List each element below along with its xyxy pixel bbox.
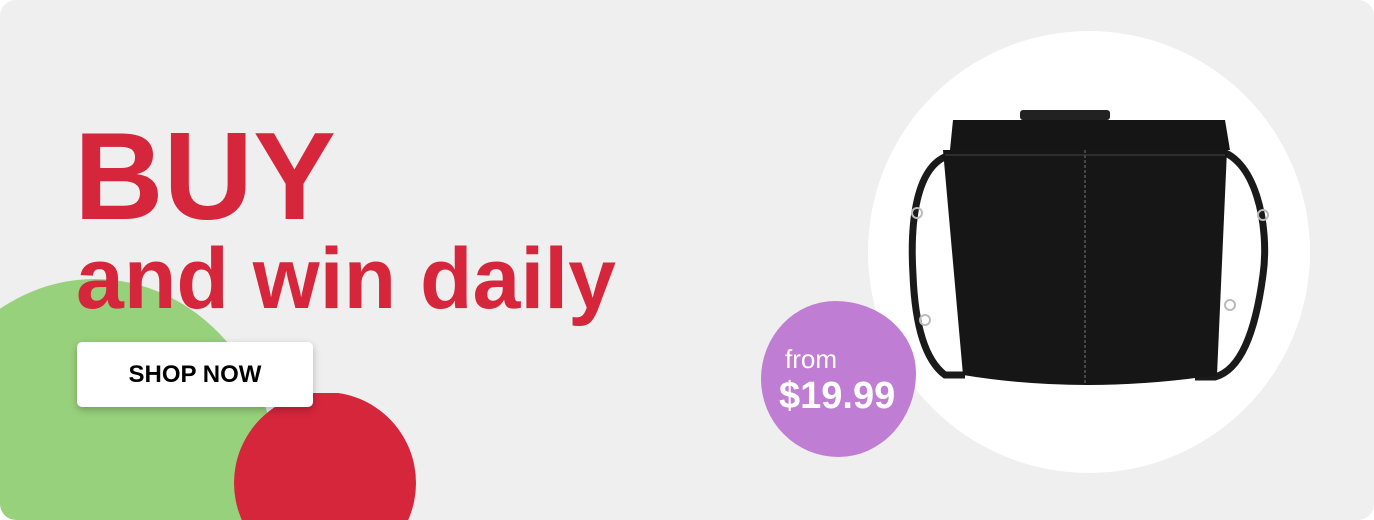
shop-now-button[interactable]: SHOP NOW — [77, 342, 313, 407]
price-prefix: from — [785, 344, 837, 374]
subheadline: and win daily — [76, 231, 616, 327]
promo-banner: BUY and win daily SHOP NOW from $19.99 — [0, 0, 1374, 520]
headline: BUY — [74, 108, 336, 246]
bag-image-icon — [908, 110, 1269, 385]
price-value: $19.99 — [779, 375, 896, 417]
